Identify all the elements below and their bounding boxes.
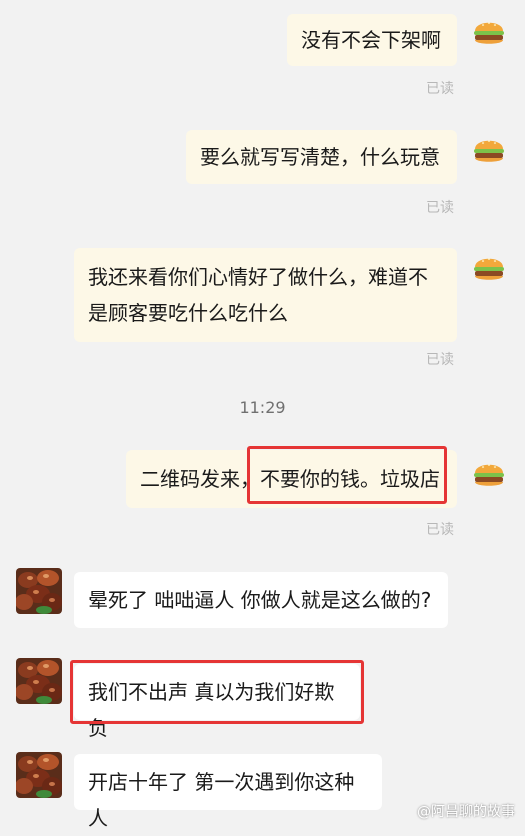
burger-avatar-icon[interactable] xyxy=(471,456,507,492)
timestamp: 11:29 xyxy=(239,398,286,417)
message-text: 晕死了 咄咄逼人 你做人就是这么做的? xyxy=(88,588,432,612)
message-bubble-outgoing[interactable]: 二维码发来，不要你的钱。垃圾店 xyxy=(126,450,457,508)
burger-avatar-icon[interactable] xyxy=(471,14,507,50)
message-bubble-incoming[interactable]: 晕死了 咄咄逼人 你做人就是这么做的? xyxy=(74,572,448,628)
watermark-text: @阿昌聊的故事 xyxy=(417,804,515,820)
message-text: 是顾客要吃什么吃什么 xyxy=(88,301,288,325)
message-text: 要么就写写清楚，什么玩意 xyxy=(200,145,440,169)
food-photo-avatar[interactable] xyxy=(16,658,62,704)
message-bubble-outgoing[interactable]: 没有不会下架啊 xyxy=(287,14,457,66)
read-receipt: 已读 xyxy=(426,200,454,216)
read-receipt: 已读 xyxy=(426,81,454,97)
food-photo-avatar[interactable] xyxy=(16,568,62,614)
message-bubble-outgoing[interactable]: 要么就写写清楚，什么玩意 xyxy=(186,130,457,184)
watermark: @阿昌聊的故事 xyxy=(417,801,515,821)
message-text: 没有不会下架啊 xyxy=(301,28,441,52)
message-bubble-incoming[interactable]: 我们不出声 真以为我们好欺负 xyxy=(74,664,360,740)
message-bubble-outgoing[interactable]: 我还来看你们心情好了做什么，难道不 是顾客要吃什么吃什么 xyxy=(74,248,457,342)
message-text: 我们不出声 真以为我们好欺负 xyxy=(88,680,335,740)
chat-area[interactable]: 没有不会下架啊 已读 要么就写写清楚，什么玩意 已读 我还来看你们心情好了做什么… xyxy=(0,0,525,833)
read-receipt: 已读 xyxy=(426,352,454,368)
food-photo-avatar[interactable] xyxy=(16,752,62,798)
burger-avatar-icon[interactable] xyxy=(471,250,507,286)
burger-avatar-icon[interactable] xyxy=(471,132,507,168)
message-bubble-incoming[interactable]: 开店十年了 第一次遇到你这种人 xyxy=(74,754,382,830)
message-text: 开店十年了 第一次遇到你这种人 xyxy=(88,770,355,830)
message-text: 我还来看你们心情好了做什么，难道不 xyxy=(88,265,428,289)
read-receipt: 已读 xyxy=(426,522,454,538)
message-text: 二维码发来，不要你的钱。垃圾店 xyxy=(140,467,440,491)
